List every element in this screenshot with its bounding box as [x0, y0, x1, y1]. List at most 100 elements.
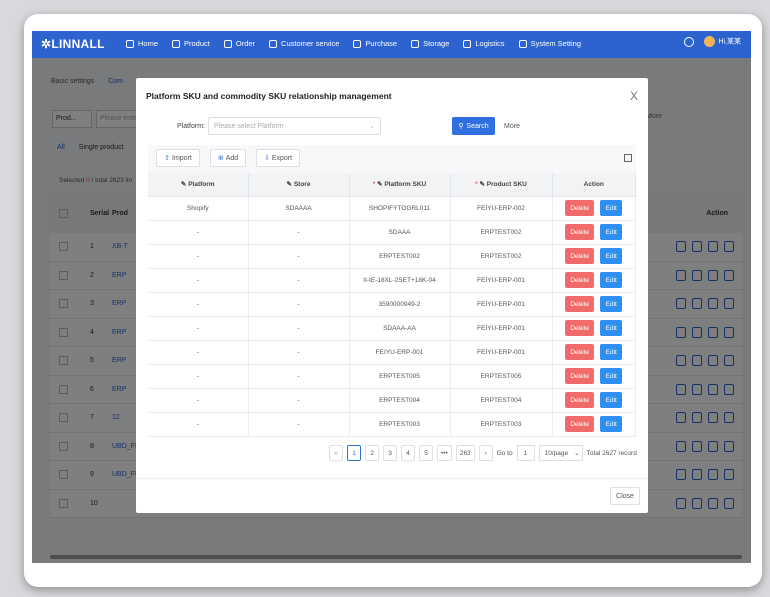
delete-button[interactable]: Delete	[565, 272, 595, 288]
row-action-buttons: Delete Edit	[553, 272, 636, 288]
cell-store: -	[248, 340, 350, 365]
cell-platform: -	[148, 244, 249, 269]
cell-platform: -	[148, 340, 249, 365]
row-action-buttons: Delete Edit	[553, 344, 636, 360]
delete-button[interactable]: Delete	[565, 368, 595, 384]
more-button[interactable]: More	[504, 123, 520, 130]
edit-button[interactable]: Edit	[600, 248, 623, 264]
delete-button[interactable]: Delete	[565, 392, 595, 408]
cell-product-sku: FEIYU-ERP-001	[450, 292, 553, 317]
edit-button[interactable]: Edit	[600, 272, 623, 288]
edit-button[interactable]: Edit	[600, 392, 623, 408]
page-button[interactable]: 263	[455, 445, 475, 461]
page-button[interactable]: 5	[419, 445, 433, 461]
clipboard-icon	[223, 39, 232, 48]
search-button[interactable]: ⚲ Search	[452, 117, 495, 135]
goto-input[interactable]: 1	[516, 445, 535, 461]
cell-platform-sku: FEIYU-ERP-001	[349, 340, 451, 365]
table-row: - - SDAAA ERPTEST002 Delete Edit	[148, 220, 636, 245]
cell-platform: -	[148, 412, 249, 437]
cell-action: Delete Edit	[552, 196, 636, 221]
nav-item-storage[interactable]: Storage	[411, 39, 449, 48]
globe-icon[interactable]	[684, 36, 695, 47]
cell-product-sku: ERPTEST002	[450, 220, 553, 245]
edit-button[interactable]: Edit	[600, 416, 623, 432]
cell-platform: -	[148, 316, 249, 341]
delete-button[interactable]: Delete	[565, 344, 595, 360]
next-page-icon[interactable]: ›	[478, 445, 493, 461]
dialog-pagination: ‹ 1 2 3 4 5 ••• 263 › Go to 1 10/page ⌄ Total 2627 re…	[329, 445, 637, 461]
edit-button[interactable]: Edit	[600, 344, 623, 360]
sku-relationship-dialog: Platform SKU and commodity SKU relations…	[136, 78, 648, 513]
close-icon[interactable]: X	[630, 89, 638, 103]
sku-table-body: Shopify SDAAAA SHOPIFYTOGRL011 FEIYU-ERP-00…	[148, 196, 636, 437]
top-right-area: Hi,某某	[684, 36, 741, 47]
edit-button[interactable]: Edit	[600, 320, 623, 336]
nav-item-order[interactable]: Order	[223, 39, 255, 48]
cell-action: Delete Edit	[552, 340, 636, 365]
cell-store: -	[248, 412, 350, 437]
delete-button[interactable]: Delete	[565, 296, 595, 312]
user-menu[interactable]: Hi,某某	[704, 36, 741, 47]
cell-platform: -	[148, 388, 249, 413]
close-button[interactable]: Close	[610, 487, 640, 505]
plus-circle-icon: ⊕	[217, 155, 224, 162]
edit-button[interactable]: Edit	[600, 368, 623, 384]
app-screen: ✲LINNALL Home Product Order Customer servic…	[32, 31, 751, 563]
row-action-buttons: Delete Edit	[553, 392, 636, 408]
page-button[interactable]: •••	[437, 445, 452, 461]
nav-item-home[interactable]: Home	[126, 39, 158, 48]
prev-page-icon[interactable]: ‹	[329, 445, 343, 461]
col-product-sku: * ✎ Product SKU	[450, 173, 553, 197]
truck-icon	[463, 39, 472, 48]
export-button[interactable]: ⇩ Export	[256, 149, 300, 167]
nav-item-product[interactable]: Product	[172, 39, 210, 48]
nav-item-customer-service[interactable]: Customer service	[269, 39, 339, 48]
cell-product-sku: ERPTEST002	[450, 244, 553, 269]
col-store: ✎ Store	[248, 173, 350, 197]
page-button[interactable]: 1	[347, 445, 361, 461]
nav-item-logistics[interactable]: Logistics	[463, 39, 505, 48]
sku-table: ✎ Platform ✎ Store * ✎ Platform SKU * ✎ …	[148, 173, 636, 437]
add-button[interactable]: ⊕ Add	[210, 149, 246, 167]
row-action-buttons: Delete Edit	[553, 416, 636, 432]
edit-button[interactable]: Edit	[600, 200, 623, 216]
cell-platform-sku: ERPTEST005	[349, 364, 451, 389]
cell-store: -	[248, 364, 350, 389]
page-button[interactable]: 2	[365, 445, 379, 461]
cell-platform-sku: ERPTEST004	[349, 388, 451, 413]
dialog-title: Platform SKU and commodity SKU relations…	[146, 91, 392, 101]
delete-button[interactable]: Delete	[565, 320, 595, 336]
cell-platform: -	[148, 364, 249, 389]
delete-button[interactable]: Delete	[565, 248, 595, 264]
import-button[interactable]: ⇧ Import	[156, 149, 200, 167]
page-button[interactable]: 3	[383, 445, 397, 461]
cell-action: Delete Edit	[552, 316, 636, 341]
delete-button[interactable]: Delete	[565, 224, 595, 240]
cell-action: Delete Edit	[552, 292, 636, 317]
row-action-buttons: Delete Edit	[553, 320, 636, 336]
edit-button[interactable]: Edit	[600, 224, 623, 240]
page-button[interactable]: 4	[401, 445, 415, 461]
cell-platform-sku: ERPTEST002	[349, 244, 451, 269]
platform-select[interactable]: Please select Platform ⌄	[208, 117, 381, 135]
row-action-buttons: Delete Edit	[553, 296, 636, 312]
cell-action: Delete Edit	[552, 388, 636, 413]
col-action: Action	[552, 173, 636, 197]
cell-store: -	[248, 388, 350, 413]
cell-platform-sku: 3590000949-2	[349, 292, 451, 317]
nav-item-system-setting[interactable]: System Setting	[518, 39, 581, 48]
main-nav: Home Product Order Customer service Purchase…	[126, 39, 595, 48]
edit-button[interactable]: Edit	[600, 296, 623, 312]
column-settings-icon[interactable]	[624, 154, 632, 162]
delete-button[interactable]: Delete	[565, 416, 595, 432]
export-label: Export	[271, 154, 293, 162]
page-size-select[interactable]: 10/page ⌄	[538, 445, 583, 461]
cell-product-sku: ERPTEST003	[450, 412, 553, 437]
delete-button[interactable]: Delete	[565, 200, 595, 216]
page-size-value: 10/page	[544, 449, 569, 457]
table-row: - - ERPTEST003 ERPTEST003 Delete Edit	[148, 412, 636, 437]
cell-action: Delete Edit	[552, 268, 636, 293]
user-name: Hi,某某	[718, 38, 741, 46]
nav-item-purchase[interactable]: Purchase	[353, 39, 397, 48]
